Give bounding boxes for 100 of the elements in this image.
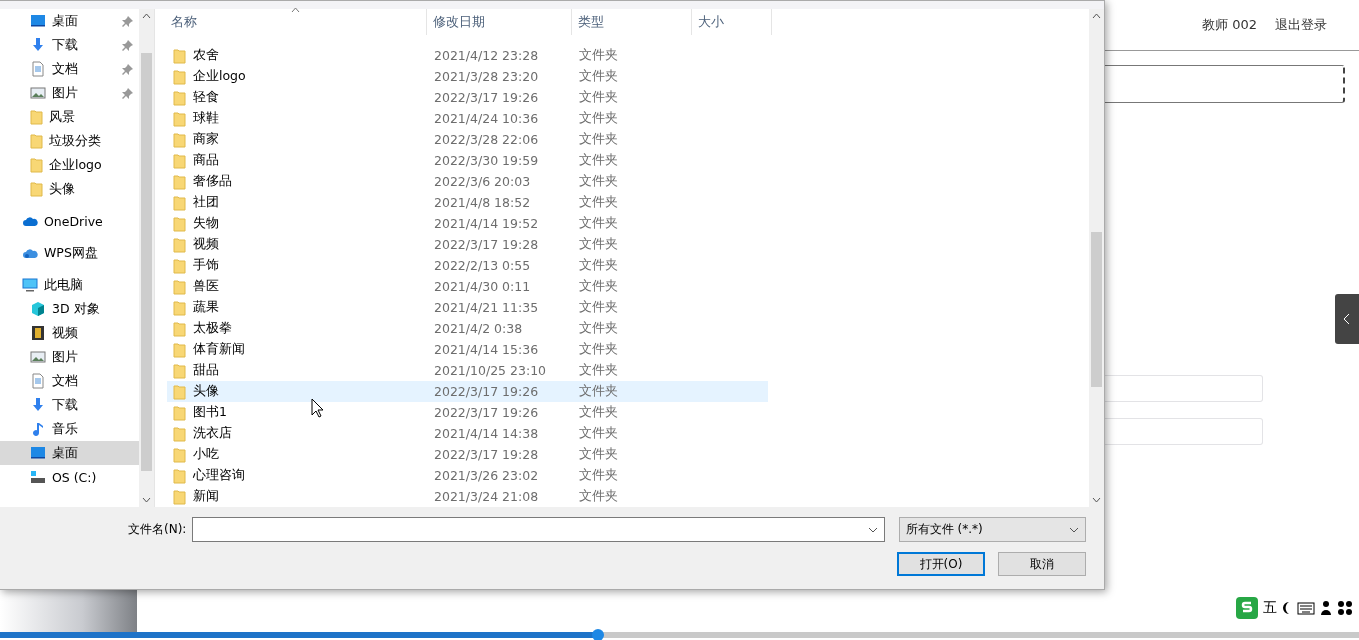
file-row[interactable]: 社团 2021/4/8 18:52 文件夹: [167, 192, 768, 213]
scroll-up-icon[interactable]: [1092, 13, 1101, 19]
file-date: 2022/3/17 19:26: [433, 384, 540, 399]
file-row[interactable]: 蔬果 2021/4/21 11:35 文件夹: [167, 297, 768, 318]
file-type-select[interactable]: 所有文件 (*.*): [898, 517, 1086, 542]
file-type: 文件夹: [578, 362, 619, 379]
keyboard-icon[interactable]: [1297, 601, 1315, 615]
nav-item[interactable]: OneDrive: [0, 209, 139, 233]
input-method-logo-icon[interactable]: [1236, 597, 1258, 619]
file-row[interactable]: 商家 2022/3/28 22:06 文件夹: [167, 129, 768, 150]
file-row[interactable]: 甜品 2021/10/25 23:10 文件夹: [167, 360, 768, 381]
nav-item[interactable]: 桌面: [0, 441, 139, 465]
file-row[interactable]: 头像 2022/3/17 19:26 文件夹: [167, 381, 768, 402]
column-header[interactable]: 类型: [572, 9, 692, 35]
progress-handle[interactable]: [591, 629, 604, 640]
file-name: 太极拳: [193, 320, 232, 337]
column-header[interactable]: 大小: [692, 9, 772, 35]
nav-item[interactable]: 3D 对象: [0, 297, 139, 321]
file-row[interactable]: 视频 2022/3/17 19:28 文件夹: [167, 234, 768, 255]
file-row[interactable]: 洗衣店 2021/4/14 14:38 文件夹: [167, 423, 768, 444]
nav-item[interactable]: 风景: [0, 105, 139, 129]
filename-label: 文件名(N):: [128, 521, 187, 538]
nav-item[interactable]: 此电脑: [0, 273, 139, 297]
file-row[interactable]: 图书1 2022/3/17 19:26 文件夹: [167, 402, 768, 423]
file-row[interactable]: 手饰 2022/2/13 0:55 文件夹: [167, 255, 768, 276]
file-row[interactable]: 太极拳 2021/4/2 0:38 文件夹: [167, 318, 768, 339]
file-type: 文件夹: [578, 278, 619, 295]
filename-field[interactable]: [192, 517, 885, 542]
file-name: 球鞋: [193, 110, 219, 127]
person-icon[interactable]: [1320, 600, 1332, 616]
input-mode[interactable]: 五: [1263, 599, 1277, 617]
input-field[interactable]: [1105, 375, 1263, 402]
file-row[interactable]: 球鞋 2021/4/24 10:36 文件夹: [167, 108, 768, 129]
scroll-down-icon[interactable]: [142, 497, 151, 503]
file-type: 文件夹: [578, 47, 619, 64]
grid-icon[interactable]: [1337, 600, 1353, 616]
picture-icon: [30, 85, 46, 101]
drive-icon: [30, 469, 46, 485]
nav-item[interactable]: 下载: [0, 33, 139, 57]
logout-link[interactable]: 退出登录: [1275, 16, 1327, 34]
scroll-down-icon[interactable]: [1092, 497, 1101, 503]
file-date: 2022/3/30 19:59: [433, 153, 540, 168]
input-field[interactable]: [1105, 418, 1263, 445]
nav-item[interactable]: 桌面: [0, 9, 139, 33]
nav-item[interactable]: 图片: [0, 81, 139, 105]
chevron-down-icon[interactable]: [867, 526, 878, 533]
file-type: 文件夹: [578, 173, 619, 190]
progress-track[interactable]: [0, 632, 1359, 638]
file-name: 失物: [193, 215, 219, 232]
file-row[interactable]: 兽医 2021/4/30 0:11 文件夹: [167, 276, 768, 297]
scrollbar[interactable]: [1089, 9, 1104, 507]
nav-item[interactable]: 头像: [0, 177, 139, 201]
file-row[interactable]: 新闻 2021/3/24 21:08 文件夹: [167, 486, 768, 507]
film-icon: [30, 325, 46, 341]
file-name: 企业logo: [193, 68, 246, 85]
file-row[interactable]: 心理咨询 2021/3/26 23:02 文件夹: [167, 465, 768, 486]
file-type: 文件夹: [578, 425, 619, 442]
folder-icon: [173, 488, 186, 505]
file-row[interactable]: 轻食 2022/3/17 19:26 文件夹: [167, 87, 768, 108]
file-date: 2021/4/14 19:52: [433, 216, 540, 231]
file-type: 文件夹: [578, 110, 619, 127]
file-name: 视频: [193, 236, 219, 253]
cube-icon: [30, 301, 46, 317]
folder-icon: [173, 467, 186, 484]
file-date: 2021/3/28 23:20: [433, 69, 540, 84]
nav-item[interactable]: 下载: [0, 393, 139, 417]
file-name: 头像: [193, 383, 219, 400]
open-button[interactable]: 打开(O): [897, 552, 985, 576]
down-arrow-icon: [30, 397, 46, 413]
folder-icon: [173, 194, 186, 211]
nav-item[interactable]: 图片: [0, 345, 139, 369]
file-date: 2022/3/28 22:06: [433, 132, 540, 147]
column-header[interactable]: 修改日期: [427, 9, 572, 35]
scroll-thumb[interactable]: [1091, 232, 1102, 387]
file-row[interactable]: 失物 2021/4/14 19:52 文件夹: [167, 213, 768, 234]
nav-item[interactable]: 企业logo: [0, 153, 139, 177]
scrollbar[interactable]: [139, 9, 154, 507]
file-row[interactable]: 商品 2022/3/30 19:59 文件夹: [167, 150, 768, 171]
file-date: 2021/4/21 11:35: [433, 300, 540, 315]
file-row[interactable]: 企业logo 2021/3/28 23:20 文件夹: [167, 66, 768, 87]
column-header[interactable]: 名称: [165, 9, 427, 35]
scroll-up-icon[interactable]: [142, 13, 151, 19]
nav-item[interactable]: 视频: [0, 321, 139, 345]
nav-item[interactable]: 音乐: [0, 417, 139, 441]
file-row[interactable]: 小吃 2022/3/17 19:28 文件夹: [167, 444, 768, 465]
file-row[interactable]: 体育新闻 2021/4/14 15:36 文件夹: [167, 339, 768, 360]
nav-item[interactable]: WPS网盘: [0, 241, 139, 265]
folder-icon: [30, 133, 43, 149]
folder-icon: [173, 383, 186, 400]
nav-item[interactable]: 垃圾分类: [0, 129, 139, 153]
nav-item[interactable]: 文档: [0, 369, 139, 393]
folder-icon: [173, 299, 186, 316]
cancel-button[interactable]: 取消: [998, 552, 1086, 576]
folder-icon: [30, 181, 43, 197]
file-row[interactable]: 奢侈品 2022/3/6 20:03 文件夹: [167, 171, 768, 192]
file-row[interactable]: 农舍 2021/4/12 23:28 文件夹: [167, 45, 768, 66]
folder-icon: [173, 131, 186, 148]
scroll-thumb[interactable]: [141, 53, 152, 471]
nav-item[interactable]: 文档: [0, 57, 139, 81]
nav-item[interactable]: OS (C:): [0, 465, 139, 489]
